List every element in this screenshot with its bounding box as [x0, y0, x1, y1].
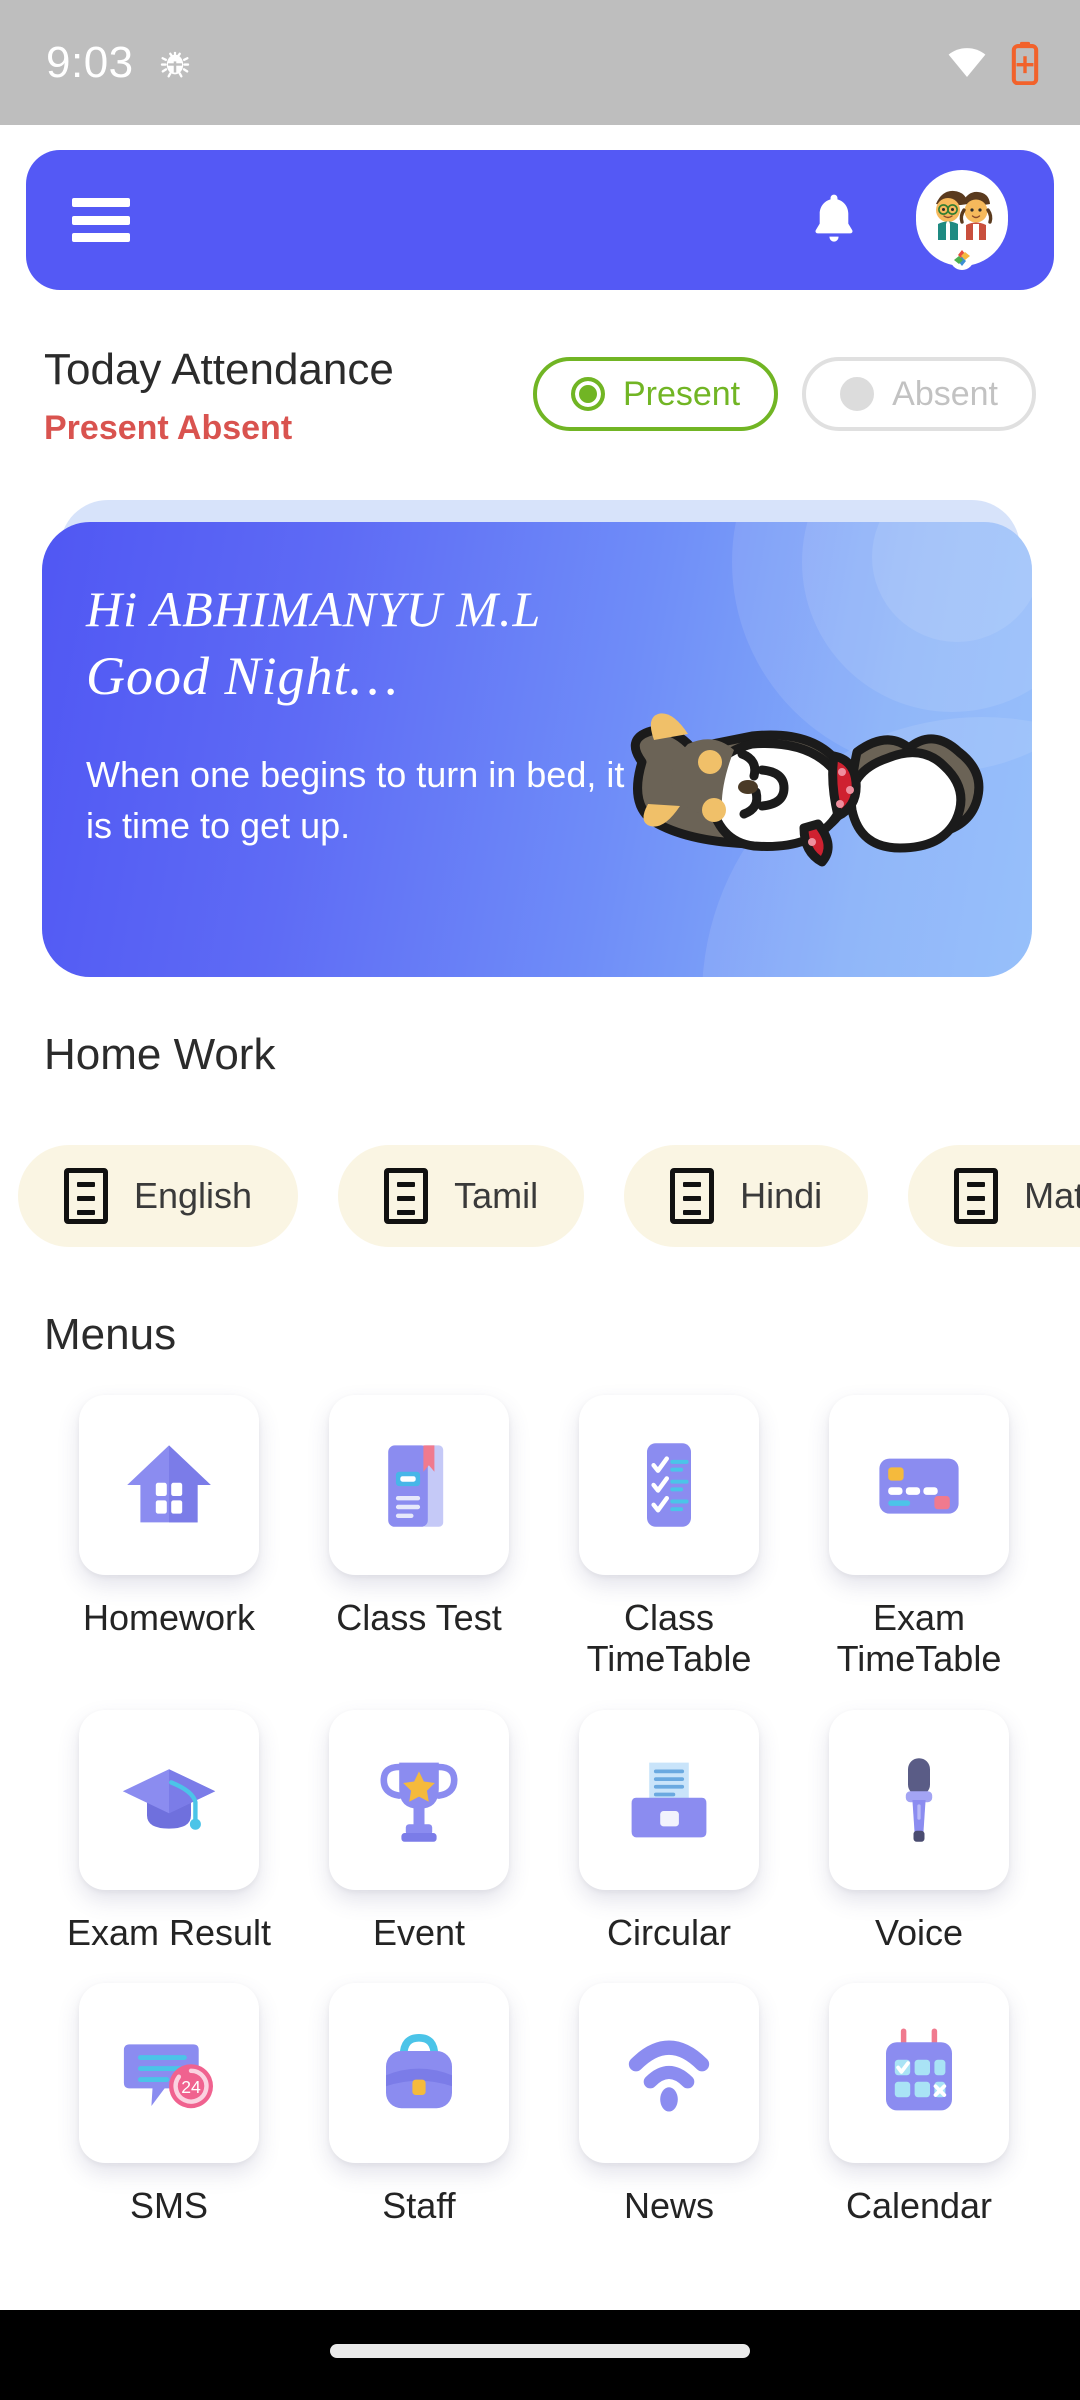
greeting-name: Hi ABHIMANYU M.L [86, 581, 542, 637]
menu-item-calendar[interactable]: Calendar [794, 1983, 1044, 2226]
attendance-option-present[interactable]: Present [532, 357, 779, 431]
menu-item-exam-result[interactable]: Exam Result [44, 1709, 294, 1953]
calendar-icon [886, 2028, 952, 2111]
app-bar [26, 150, 1054, 290]
homework-chip-maths[interactable]: Maths [908, 1145, 1080, 1247]
menu-item-label: Circular [606, 1911, 731, 1953]
document-icon [384, 1168, 429, 1224]
menu-tile [579, 1709, 759, 1890]
attendance-title: Today Attendance [44, 345, 394, 394]
sms-badge-count: 24 [181, 2077, 201, 2097]
menu-item-sms[interactable]: 24 SMS [44, 1983, 294, 2226]
menus-grid: Homework Class Test Class TimeTable Exam… [44, 1395, 1044, 2227]
menu-item-class-test[interactable]: Class Test [294, 1395, 544, 1680]
document-icon [670, 1168, 715, 1224]
greeting-card: Hi ABHIMANYU M.L Good Night… When one be… [42, 522, 1032, 977]
greeting-card-wrapper: Hi ABHIMANYU M.L Good Night… When one be… [42, 500, 1038, 980]
menu-tile [829, 1395, 1009, 1575]
menu-item-label: News [623, 2185, 715, 2227]
menu-item-label: Calendar [845, 2185, 993, 2227]
status-bar-right [946, 41, 1040, 85]
menu-tile [329, 1395, 509, 1575]
status-bar: 9:03 [0, 0, 1080, 125]
chat-bubble-icon: 24 [123, 2044, 213, 2109]
homework-chip-english[interactable]: English [18, 1145, 299, 1247]
menu-tile [829, 1709, 1009, 1890]
app-screen: 9:03 Today Attendance Present Absent Pre… [0, 0, 1080, 2400]
clock: 9:03 [46, 37, 134, 87]
microphone-icon [905, 1757, 933, 1842]
battery-saver-icon [1011, 41, 1039, 85]
menu-item-circular[interactable]: Circular [544, 1709, 794, 1953]
menus-section-title: Menus [44, 1310, 177, 1359]
menu-item-label: Class TimeTable [586, 1597, 752, 1680]
menu-item-label: Exam TimeTable [836, 1597, 1002, 1680]
menu-item-class-timetable[interactable]: Class TimeTable [544, 1395, 794, 1680]
menu-item-label: Class Test [336, 1597, 502, 1638]
bell-icon[interactable] [808, 189, 860, 252]
menu-item-label: Staff [382, 2185, 456, 2227]
document-icon [954, 1168, 999, 1224]
backpack-icon [386, 2034, 452, 2109]
document-icon [64, 1168, 108, 1224]
menu-tile [79, 1395, 259, 1575]
hamburger-menu-icon[interactable] [72, 198, 130, 242]
attendance-option-label: Present [622, 374, 741, 413]
menu-tile [579, 1983, 759, 2164]
menu-tile [579, 1395, 759, 1575]
graduation-cap-icon [122, 1768, 216, 1830]
book-icon [388, 1445, 444, 1527]
greeting-quote: When one begins to turn in bed, it is ti… [86, 753, 625, 846]
menu-item-label: Exam Result [66, 1911, 272, 1953]
homework-section-title: Home Work [44, 1030, 276, 1079]
attendance-option-label: Absent [892, 374, 998, 413]
attendance-option-absent[interactable]: Absent [802, 357, 1036, 431]
menu-item-exam-timetable[interactable]: Exam TimeTable [794, 1395, 1044, 1680]
menu-tile [329, 1983, 509, 2164]
house-icon [127, 1445, 211, 1523]
homework-chip-label: Tamil [454, 1175, 539, 1216]
menu-tile [329, 1709, 509, 1890]
signal-icon [628, 2040, 710, 2112]
menu-item-staff[interactable]: Staff [294, 1983, 544, 2226]
attendance-subtitle: Present Absent [44, 409, 293, 447]
menu-tile [79, 1709, 259, 1890]
radio-icon [840, 377, 875, 411]
homework-chip-label: Hindi [740, 1175, 823, 1216]
wifi-icon [948, 47, 986, 77]
status-bar-left: 9:03 [46, 38, 194, 88]
attendance-section: Today Attendance Present Absent Present … [0, 345, 1080, 448]
menu-item-label: Voice [874, 1911, 964, 1953]
menu-item-label: Event [372, 1911, 466, 1953]
homework-chip-row[interactable]: English Tamil Hindi Maths [18, 1145, 1080, 1247]
student-avatar[interactable] [916, 170, 1008, 270]
homework-chip-label: English [134, 1175, 253, 1216]
radio-icon [570, 377, 605, 411]
trophy-icon [380, 1762, 458, 1842]
menu-item-homework[interactable]: Homework [44, 1395, 294, 1680]
home-gesture-pill[interactable] [330, 2344, 750, 2358]
homework-chip-tamil[interactable]: Tamil [338, 1145, 585, 1247]
homework-chip-label: Maths [1024, 1175, 1080, 1216]
attendance-labels: Today Attendance Present Absent [44, 345, 394, 448]
menu-item-label: SMS [129, 2185, 208, 2227]
card-icon [879, 1458, 959, 1514]
menu-tile: 24 [79, 1983, 259, 2164]
attendance-options: Present Absent [532, 345, 1036, 431]
menu-item-label: Homework [82, 1597, 256, 1638]
menu-item-voice[interactable]: Voice [794, 1709, 1044, 1953]
menu-item-news[interactable]: News [544, 1983, 794, 2226]
menu-item-event[interactable]: Event [294, 1709, 544, 1953]
checklist-icon [647, 1443, 691, 1527]
printer-icon [631, 1762, 707, 1838]
homework-chip-hindi[interactable]: Hindi [624, 1145, 869, 1247]
menu-tile [829, 1983, 1009, 2164]
bug-icon [160, 51, 189, 77]
system-navigation-bar [0, 2310, 1080, 2400]
sleeping-cat-illustration [630, 713, 984, 867]
